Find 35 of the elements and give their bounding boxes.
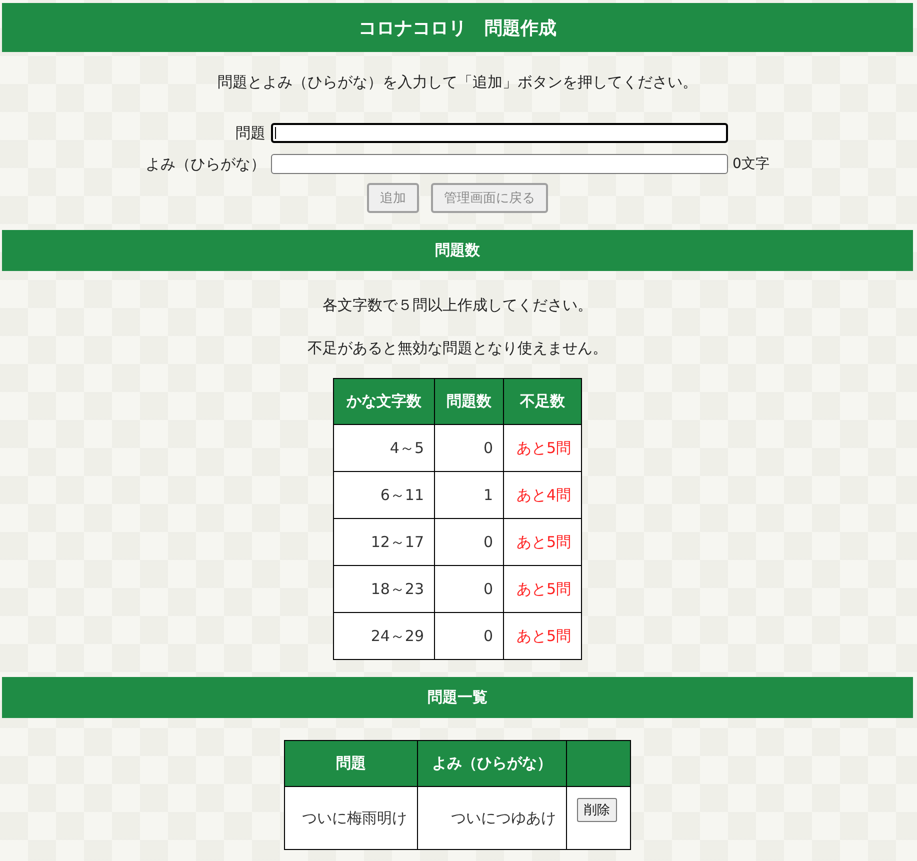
field-label: よみ（ひらがな）	[146, 154, 266, 174]
note-text: 各文字数で５問以上作成してください。	[322, 295, 592, 316]
table-header-cell: 不足数	[504, 378, 582, 424]
section-title: 問題数	[435, 241, 480, 260]
text-input[interactable]	[270, 154, 728, 174]
section-title: 問題一覧	[428, 688, 488, 707]
table-cell: 18～23	[334, 566, 434, 612]
table-cell: 1	[434, 472, 504, 518]
table-cell: 0	[434, 566, 504, 612]
table-cell: ついにつゆあけ	[418, 786, 566, 850]
table-header-cell: よみ（ひらがな）	[418, 740, 566, 786]
table-header-cell: かな文字数	[334, 378, 434, 424]
delete-button[interactable]: 削除	[577, 798, 617, 822]
table-cell: 4～5	[334, 424, 434, 472]
text-cursor-icon	[274, 127, 276, 139]
table-cell: 0	[434, 424, 504, 472]
instruction-text: 問題とよみ（ひらがな）を入力して「追加」ボタンを押してください。	[218, 72, 698, 93]
text-input[interactable]	[270, 123, 728, 143]
note-text: 不足があると無効な問題となり使えません。	[308, 338, 608, 359]
table-cell: 12～17	[334, 518, 434, 566]
page-title: コロナコロリ 問題作成	[358, 16, 556, 40]
table-cell: あと4問	[504, 472, 582, 518]
table-cell: 0	[434, 612, 504, 660]
table-cell: 0	[434, 518, 504, 566]
character-count: 0文字	[732, 155, 770, 173]
table-cell: あと5問	[504, 612, 582, 660]
table-header-cell: 問題	[284, 740, 418, 786]
table-cell: ついに梅雨明け	[284, 786, 418, 850]
table-cell: あと5問	[504, 518, 582, 566]
table-cell: 24～29	[334, 612, 434, 660]
table-cell: あと5問	[504, 424, 582, 472]
field-label: 問題	[236, 124, 266, 142]
table-cell: 6～11	[334, 472, 434, 518]
table-header-cell: 問題数	[434, 378, 504, 424]
table-cell: あと5問	[504, 566, 582, 612]
